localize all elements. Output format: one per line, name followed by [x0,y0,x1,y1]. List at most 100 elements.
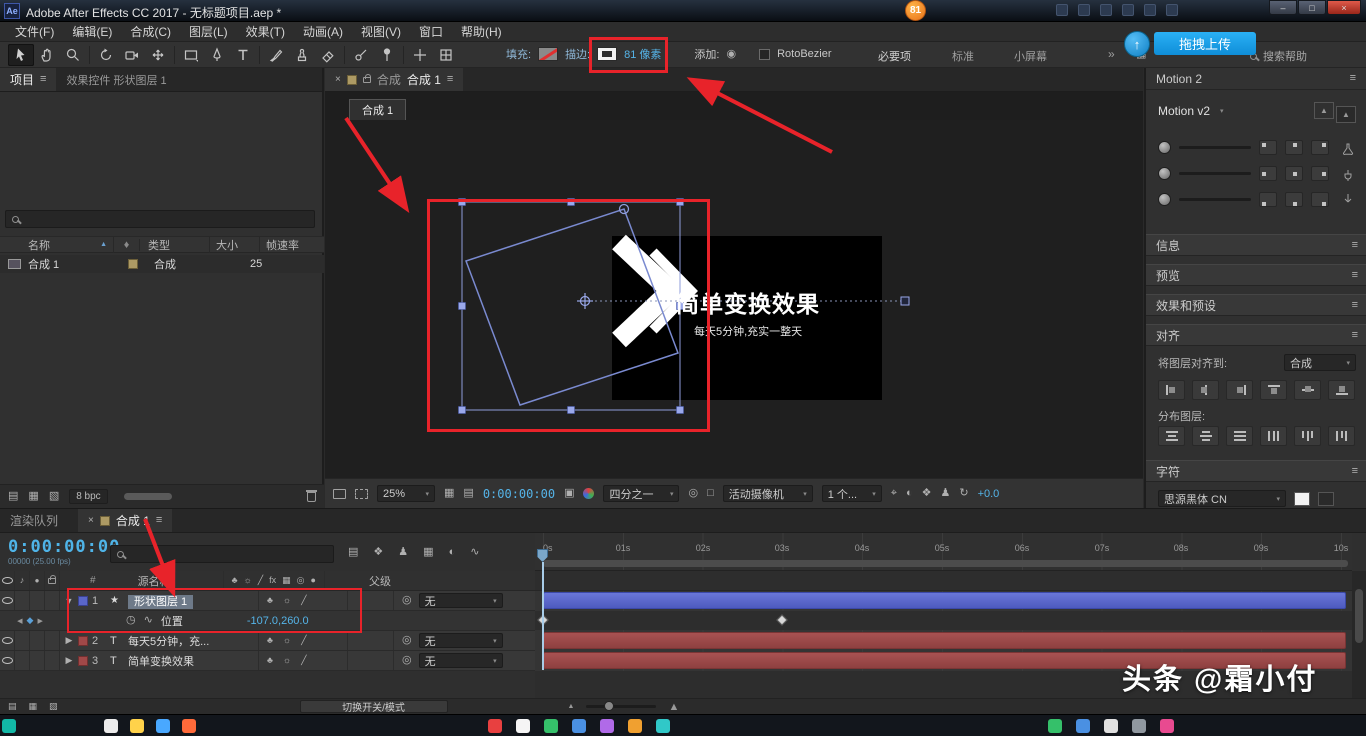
brush-tool-icon[interactable] [263,44,289,66]
draft-3d-icon[interactable]: ❖ [373,547,383,558]
clone-stamp-tool-icon[interactable] [289,44,315,66]
maximize-button[interactable]: □ [1298,0,1326,15]
panel-menu-icon[interactable]: ≡ [156,515,162,526]
selection-tool-icon[interactable] [8,44,34,66]
region-of-interest-icon[interactable]: ◎ [688,488,698,499]
tray-icon[interactable] [1166,4,1178,16]
menu-composition[interactable]: 合成(C) [121,23,180,40]
layer-name[interactable]: 简单变换效果 [128,653,258,669]
hide-shy-layers-icon[interactable]: ♟ [398,547,408,558]
layer-switches[interactable]: ♣ ☼ ╱ [258,631,348,650]
vertical-scrollbar-thumb[interactable] [1355,589,1363,643]
taskbar-icon[interactable] [656,719,670,733]
stroke-swatch[interactable] [597,47,617,61]
column-type[interactable]: 类型 [140,237,210,253]
menu-edit[interactable]: 编辑(E) [63,23,121,40]
graph-icon[interactable]: ∿ [144,615,153,626]
timeline-search-input[interactable] [110,545,334,563]
lock-switch[interactable] [45,631,60,650]
audio-switch[interactable] [15,651,30,670]
minimize-button[interactable]: – [1269,0,1297,15]
comp-navigator-tab[interactable]: 合成 1 [349,99,406,121]
rotate-tool-icon[interactable] [93,44,119,66]
drag-upload-button[interactable]: 拖拽上传 [1154,32,1256,55]
align-right-button[interactable] [1226,380,1253,400]
distribute-right-button[interactable] [1328,426,1355,446]
anchor-grid-button[interactable] [1311,192,1329,207]
fill-label[interactable]: 填充: [506,46,531,62]
hand-tool-icon[interactable] [34,44,60,66]
info-panel-header[interactable]: 信息 ≡ [1146,234,1366,256]
column-parent[interactable]: 父级 [369,573,391,589]
position-property-row[interactable]: ◀ ◆ ▶ ◷ ∿ 位置 -107.0,260.0 [0,611,535,631]
pan-behind-tool-icon[interactable] [145,44,171,66]
graph-editor-icon[interactable]: ∿ [470,547,479,558]
tray-icon[interactable] [1122,4,1134,16]
anchor-point[interactable] [577,293,593,309]
pixel-aspect-icon[interactable]: ⌖ [891,488,897,499]
work-area-bar[interactable] [543,560,1348,567]
motion-path-endpoint[interactable] [901,297,909,305]
layer-name[interactable]: 每天5分钟，充... [128,633,258,649]
tray-icon[interactable] [1144,4,1156,16]
magnification-dropdown[interactable]: 25%▾ [377,485,435,502]
preset-thumbnail-icon[interactable]: ▲ [1336,106,1356,123]
motion-blur-icon[interactable]: ◐ [449,547,456,558]
panel-menu-icon[interactable]: ≡ [1352,300,1358,311]
align-panel-header[interactable]: 对齐 ≡ [1146,324,1366,346]
keyframe-diamond[interactable] [776,614,787,625]
distribute-bottom-button[interactable] [1226,426,1253,446]
effects-presets-panel-header[interactable]: 效果和预设 ≡ [1146,294,1366,316]
transparency-grid-icon[interactable]: □ [707,488,714,499]
position-value[interactable]: -107.0,260.0 [247,615,309,627]
parent-dropdown[interactable]: 无▾ [419,633,503,648]
rectangle-tool-icon[interactable] [178,44,204,66]
font-family-dropdown[interactable]: 思源黑体 CN▾ [1158,490,1286,507]
current-timecode[interactable]: 0:00:00:00 [8,537,120,557]
layer-name[interactable]: 形状图层 1 [128,593,258,609]
grid-options-icon[interactable]: ▦ [444,488,454,499]
comp-timecode[interactable]: 0:00:00:00 [483,487,555,501]
thumbnail-icon[interactable]: ▧ [49,491,59,502]
cti-line[interactable] [542,562,544,670]
workspace-overflow-icon[interactable]: » [1108,47,1115,61]
video-switch[interactable] [0,651,15,670]
list-view-icon[interactable]: ▤ [8,491,18,502]
eraser-tool-icon[interactable] [315,44,341,66]
audio-switch[interactable] [15,591,30,610]
time-ruler[interactable]: 0s 01s 02s 03s 04s 05s 06s 07s 08s 09s 1… [535,533,1352,571]
vertical-scrollbar[interactable] [1352,571,1366,699]
slider-track[interactable] [1179,198,1251,201]
lock-icon[interactable] [363,77,371,83]
parent-dropdown[interactable]: 无▾ [419,593,503,608]
panel-menu-icon[interactable]: ≡ [1352,466,1358,477]
anchor-grid-button[interactable] [1259,140,1277,155]
taskbar-icon[interactable] [1076,719,1090,733]
grid-guides-icon[interactable] [433,44,459,66]
tray-icon[interactable] [1078,4,1090,16]
anchor-grid-button[interactable] [1285,140,1303,155]
label-color-chip[interactable] [128,259,138,269]
preset-thumbnail-icon[interactable]: ▲ [1314,102,1334,119]
layer-row-1[interactable]: ▼ 1 ★ 形状图层 1 ♣ ☼ ╱ ◎ 无▾ [0,591,535,611]
pick-whip-icon[interactable]: ◎ [402,655,412,666]
workspace-standard[interactable]: 标准 [952,48,974,64]
align-h-center-button[interactable] [1192,380,1219,400]
layer-color-chip[interactable] [78,636,88,646]
slider-knob[interactable] [1158,141,1171,154]
next-keyframe-icon[interactable]: ▶ [37,617,42,625]
panel-menu-icon[interactable]: ≡ [1352,330,1358,341]
notification-badge[interactable]: 81 [905,0,926,21]
solo-switch[interactable] [30,651,45,670]
menu-effect[interactable]: 效果(T) [237,23,294,40]
exposure-value[interactable]: +0.0 [978,488,1000,500]
panel-menu-icon[interactable]: ≡ [447,74,453,85]
fill-color-swatch[interactable] [1294,492,1310,506]
expand-icon[interactable]: ▤ [8,702,17,711]
column-label-color[interactable]: ♦ [114,239,140,251]
slider-knob[interactable] [1158,193,1171,206]
layer-row-3[interactable]: ▶ 3 T 简单变换效果 ♣ ☼ ╱ ◎ 无▾ [0,651,535,671]
menu-help[interactable]: 帮助(H) [452,23,511,40]
anchor-grid-button[interactable] [1259,192,1277,207]
twirl-open-icon[interactable]: ▼ [60,596,78,606]
